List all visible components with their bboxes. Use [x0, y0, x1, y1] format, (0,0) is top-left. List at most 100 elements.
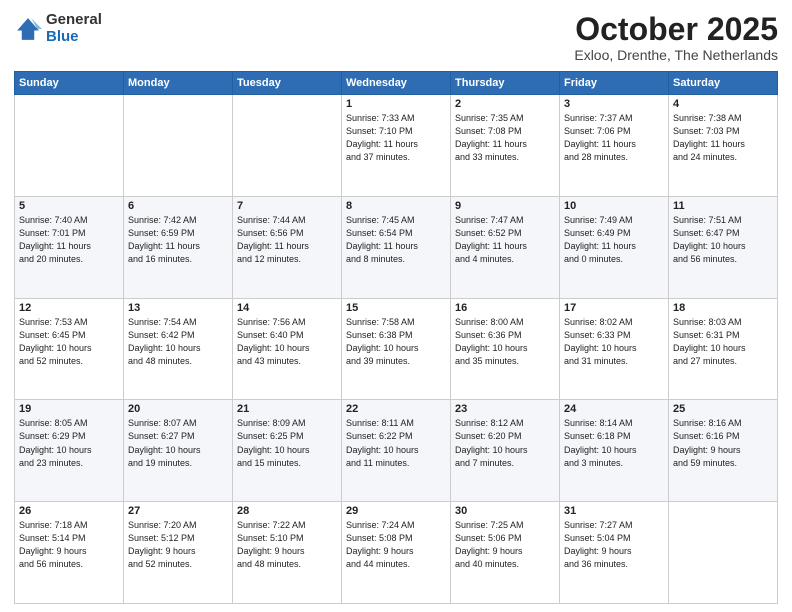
- day-number: 11: [673, 200, 773, 212]
- day-info: Sunrise: 7:58 AM Sunset: 6:38 PM Dayligh…: [346, 316, 446, 368]
- calendar-cell: 25Sunrise: 8:16 AM Sunset: 6:16 PM Dayli…: [669, 400, 778, 502]
- day-number: 13: [128, 302, 228, 314]
- day-info: Sunrise: 8:05 AM Sunset: 6:29 PM Dayligh…: [19, 417, 119, 469]
- day-info: Sunrise: 8:03 AM Sunset: 6:31 PM Dayligh…: [673, 316, 773, 368]
- day-info: Sunrise: 7:53 AM Sunset: 6:45 PM Dayligh…: [19, 316, 119, 368]
- calendar-cell: 21 Sunrise: 8:09 AM Sunset: 6:25 PM Dayli…: [233, 400, 342, 502]
- day-info: Sunrise: 8:12 AM Sunset: 6:20 PM Dayligh…: [455, 417, 555, 469]
- calendar-cell: 12 Sunrise: 7:53 AM Sunset: 6:45 PM Dayli…: [15, 298, 124, 400]
- day-info: Sunrise: 7:20 AM Sunset: 5:12 PM Dayligh…: [128, 519, 228, 571]
- logo: General Blue: [14, 12, 102, 45]
- day-number: 21: [237, 403, 337, 415]
- calendar-cell: 30 Sunrise: 7:25 AM Sunset: 5:06 PM Dayli…: [451, 502, 560, 604]
- calendar-cell: 4Sunrise: 7:38 AM Sunset: 7:03 PM Daylig…: [669, 95, 778, 197]
- calendar-cell: 11Sunrise: 7:51 AM Sunset: 6:47 PM Dayli…: [669, 196, 778, 298]
- calendar-cell: [15, 95, 124, 197]
- day-number: 17: [564, 302, 664, 314]
- day-info: Sunrise: 7:40 AM Sunset: 7:01 PM Dayligh…: [19, 214, 119, 266]
- day-info: Sunrise: 7:49 AM Sunset: 6:49 PM Dayligh…: [564, 214, 664, 266]
- day-info: Sunrise: 7:54 AM Sunset: 6:42 PM Dayligh…: [128, 316, 228, 368]
- day-number: 18: [673, 302, 773, 314]
- calendar-cell: 27 Sunrise: 7:20 AM Sunset: 5:12 PM Dayli…: [124, 502, 233, 604]
- title-block: October 2025 Exloo, Drenthe, The Netherl…: [574, 12, 778, 63]
- day-number: 10: [564, 200, 664, 212]
- week-row-5: 26Sunrise: 7:18 AM Sunset: 5:14 PM Dayli…: [15, 502, 778, 604]
- col-saturday: Saturday: [669, 72, 778, 95]
- calendar-cell: 10 Sunrise: 7:49 AM Sunset: 6:49 PM Dayli…: [560, 196, 669, 298]
- calendar-cell: 31 Sunrise: 7:27 AM Sunset: 5:04 PM Dayli…: [560, 502, 669, 604]
- col-thursday: Thursday: [451, 72, 560, 95]
- day-number: 24: [564, 403, 664, 415]
- day-info: Sunrise: 8:16 AM Sunset: 6:16 PM Dayligh…: [673, 417, 773, 469]
- day-number: 14: [237, 302, 337, 314]
- day-number: 8: [346, 200, 446, 212]
- calendar-cell: 19 Sunrise: 8:05 AM Sunset: 6:29 PM Dayli…: [15, 400, 124, 502]
- day-number: 4: [673, 98, 773, 110]
- day-number: 31: [564, 505, 664, 517]
- calendar-cell: 5Sunrise: 7:40 AM Sunset: 7:01 PM Daylig…: [15, 196, 124, 298]
- calendar-cell: 24 Sunrise: 8:14 AM Sunset: 6:18 PM Dayli…: [560, 400, 669, 502]
- col-monday: Monday: [124, 72, 233, 95]
- logo-general-text: General: [46, 12, 102, 29]
- day-number: 6: [128, 200, 228, 212]
- calendar-cell: 13 Sunrise: 7:54 AM Sunset: 6:42 PM Dayli…: [124, 298, 233, 400]
- col-tuesday: Tuesday: [233, 72, 342, 95]
- day-number: 19: [19, 403, 119, 415]
- logo-text: General Blue: [46, 12, 102, 45]
- day-info: Sunrise: 8:00 AM Sunset: 6:36 PM Dayligh…: [455, 316, 555, 368]
- week-row-1: 1 Sunrise: 7:33 AM Sunset: 7:10 PM Daylig…: [15, 95, 778, 197]
- day-info: Sunrise: 7:24 AM Sunset: 5:08 PM Dayligh…: [346, 519, 446, 571]
- calendar-cell: 17 Sunrise: 8:02 AM Sunset: 6:33 PM Dayli…: [560, 298, 669, 400]
- week-row-4: 19 Sunrise: 8:05 AM Sunset: 6:29 PM Dayli…: [15, 400, 778, 502]
- week-row-2: 5Sunrise: 7:40 AM Sunset: 7:01 PM Daylig…: [15, 196, 778, 298]
- day-info: Sunrise: 7:22 AM Sunset: 5:10 PM Dayligh…: [237, 519, 337, 571]
- day-info: Sunrise: 7:25 AM Sunset: 5:06 PM Dayligh…: [455, 519, 555, 571]
- day-info: Sunrise: 7:27 AM Sunset: 5:04 PM Dayligh…: [564, 519, 664, 571]
- day-info: Sunrise: 7:33 AM Sunset: 7:10 PM Dayligh…: [346, 112, 446, 164]
- day-number: 7: [237, 200, 337, 212]
- day-info: Sunrise: 8:14 AM Sunset: 6:18 PM Dayligh…: [564, 417, 664, 469]
- day-number: 12: [19, 302, 119, 314]
- day-info: Sunrise: 8:07 AM Sunset: 6:27 PM Dayligh…: [128, 417, 228, 469]
- col-sunday: Sunday: [15, 72, 124, 95]
- logo-icon: [14, 15, 42, 43]
- calendar-cell: 2Sunrise: 7:35 AM Sunset: 7:08 PM Daylig…: [451, 95, 560, 197]
- calendar-cell: 9Sunrise: 7:47 AM Sunset: 6:52 PM Daylig…: [451, 196, 560, 298]
- calendar-cell: [124, 95, 233, 197]
- day-number: 3: [564, 98, 664, 110]
- day-number: 27: [128, 505, 228, 517]
- calendar-cell: 23 Sunrise: 8:12 AM Sunset: 6:20 PM Dayli…: [451, 400, 560, 502]
- calendar-cell: 3Sunrise: 7:37 AM Sunset: 7:06 PM Daylig…: [560, 95, 669, 197]
- day-info: Sunrise: 8:09 AM Sunset: 6:25 PM Dayligh…: [237, 417, 337, 469]
- calendar-cell: [669, 502, 778, 604]
- calendar-header-row: Sunday Monday Tuesday Wednesday Thursday…: [15, 72, 778, 95]
- col-friday: Friday: [560, 72, 669, 95]
- calendar-cell: 28 Sunrise: 7:22 AM Sunset: 5:10 PM Dayli…: [233, 502, 342, 604]
- day-info: Sunrise: 8:02 AM Sunset: 6:33 PM Dayligh…: [564, 316, 664, 368]
- logo-blue-text: Blue: [46, 29, 102, 46]
- calendar-cell: 7 Sunrise: 7:44 AM Sunset: 6:56 PM Daylig…: [233, 196, 342, 298]
- day-number: 23: [455, 403, 555, 415]
- day-number: 1: [346, 98, 446, 110]
- day-number: 29: [346, 505, 446, 517]
- day-number: 22: [346, 403, 446, 415]
- calendar-cell: 14Sunrise: 7:56 AM Sunset: 6:40 PM Dayli…: [233, 298, 342, 400]
- calendar-cell: 29 Sunrise: 7:24 AM Sunset: 5:08 PM Dayli…: [342, 502, 451, 604]
- day-number: 26: [19, 505, 119, 517]
- header: General Blue October 2025 Exloo, Drenthe…: [14, 12, 778, 63]
- day-number: 2: [455, 98, 555, 110]
- week-row-3: 12 Sunrise: 7:53 AM Sunset: 6:45 PM Dayli…: [15, 298, 778, 400]
- day-number: 28: [237, 505, 337, 517]
- calendar-cell: 15 Sunrise: 7:58 AM Sunset: 6:38 PM Dayli…: [342, 298, 451, 400]
- title-location: Exloo, Drenthe, The Netherlands: [574, 47, 778, 63]
- day-number: 20: [128, 403, 228, 415]
- day-info: Sunrise: 7:47 AM Sunset: 6:52 PM Dayligh…: [455, 214, 555, 266]
- day-number: 30: [455, 505, 555, 517]
- calendar-cell: 22Sunrise: 8:11 AM Sunset: 6:22 PM Dayli…: [342, 400, 451, 502]
- calendar-cell: 1 Sunrise: 7:33 AM Sunset: 7:10 PM Daylig…: [342, 95, 451, 197]
- day-number: 15: [346, 302, 446, 314]
- day-info: Sunrise: 7:44 AM Sunset: 6:56 PM Dayligh…: [237, 214, 337, 266]
- calendar-cell: [233, 95, 342, 197]
- page: General Blue October 2025 Exloo, Drenthe…: [0, 0, 792, 612]
- calendar-cell: 16Sunrise: 8:00 AM Sunset: 6:36 PM Dayli…: [451, 298, 560, 400]
